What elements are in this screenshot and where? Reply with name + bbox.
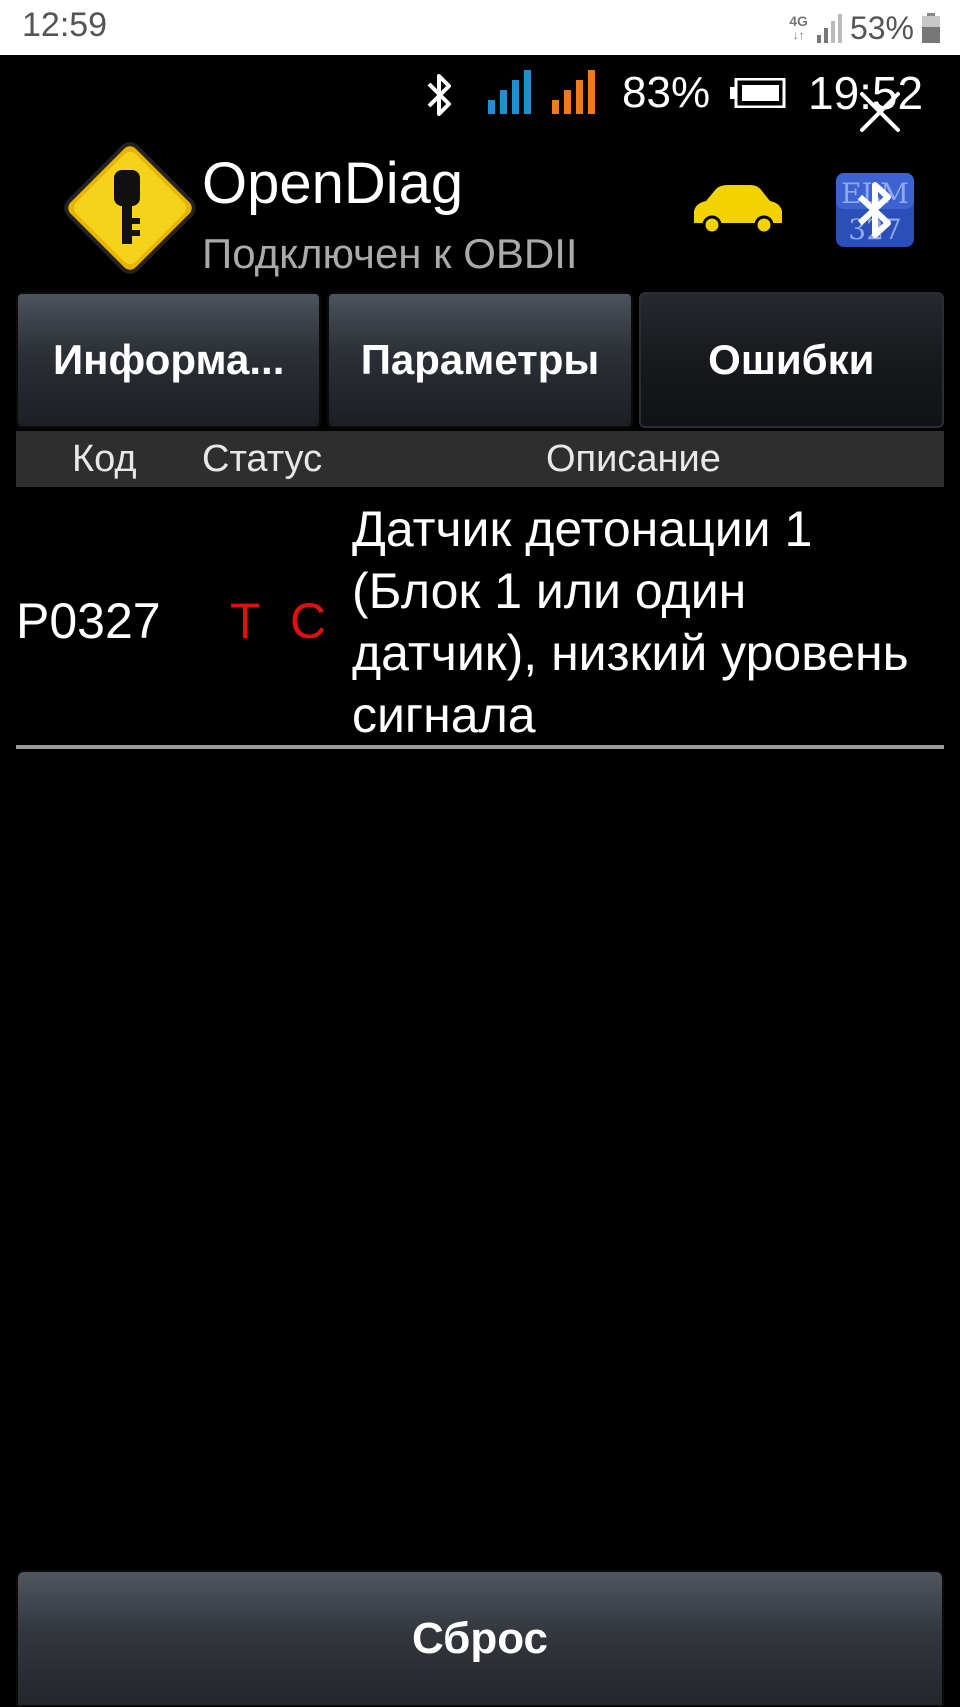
phone-clock: 12:59: [22, 6, 108, 44]
data-arrows-icon: ↓↑: [792, 28, 805, 42]
phone-status-bar: 12:59 4G ↓↑ 53%: [0, 0, 960, 55]
tab-parameters[interactable]: Параметры: [327, 292, 633, 428]
car-icon[interactable]: [688, 183, 784, 235]
row-divider: [16, 745, 944, 749]
device-battery-icon: [730, 78, 786, 108]
opendiag-logo-icon: [64, 142, 196, 274]
phone-status-icons: 4G ↓↑ 53%: [789, 8, 940, 48]
tab-info[interactable]: Информа...: [16, 292, 322, 428]
close-icon[interactable]: [858, 90, 902, 134]
app-title: OpenDiag: [202, 151, 464, 216]
elm327-bluetooth-icon[interactable]: ELM 327: [836, 173, 914, 247]
table-row[interactable]: P0327 T C Датчик детонации 1 (Блок 1 или…: [16, 492, 944, 745]
error-code: P0327: [16, 593, 161, 649]
network-type-label: 4G: [789, 13, 808, 29]
column-header-code: Код: [72, 438, 137, 480]
device-battery-percent: 83%: [622, 68, 711, 117]
signal-strength-icon: [488, 68, 531, 114]
connection-status: Подключен к OBDII: [202, 230, 578, 277]
tab-bar: Информа... Параметры Ошибки: [16, 292, 944, 428]
column-header-description: Описание: [546, 438, 721, 480]
bluetooth-icon: [427, 74, 451, 116]
error-description: Датчик детонации 1 (Блок 1 или один датч…: [352, 501, 909, 743]
status-flag-t: T: [230, 593, 261, 649]
column-header-status: Статус: [202, 438, 323, 480]
app-screen: 12:59 4G ↓↑ 53% 83% 19:52 OpenDiag Подкл…: [0, 0, 960, 1707]
network-type-icon: 4G ↓↑: [789, 14, 808, 42]
phone-battery-icon: [922, 13, 940, 43]
phone-battery-percent: 53%: [849, 9, 914, 46]
tab-errors[interactable]: Ошибки: [638, 292, 944, 428]
signal-strength-secondary-icon: [552, 68, 595, 114]
status-flag-c: C: [290, 593, 327, 649]
device-status-bar: 83% 19:52: [0, 60, 960, 130]
reset-button[interactable]: Сброс: [16, 1570, 944, 1707]
phone-signal-icon: [816, 14, 842, 43]
errors-table-header: Код Статус Описание: [16, 431, 944, 487]
